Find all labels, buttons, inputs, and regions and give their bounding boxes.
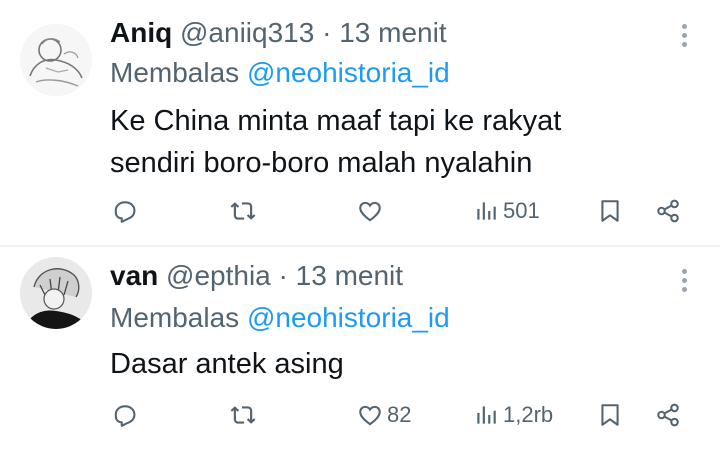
timestamp[interactable]: 13 menit bbox=[296, 260, 403, 291]
views-button[interactable]: 501 bbox=[473, 196, 540, 226]
reply-icon bbox=[114, 405, 136, 427]
view-count: 501 bbox=[503, 198, 540, 223]
tweet-text-line: Ke China minta maaf tapi ke rakyat bbox=[110, 105, 562, 137]
retweet-button[interactable] bbox=[230, 196, 256, 226]
share-icon bbox=[657, 403, 679, 427]
tweet-header: van @epthia · 13 menit bbox=[110, 259, 403, 293]
separator-dot: · bbox=[278, 260, 288, 291]
tweet[interactable]: Aniq @aniiq313 · 13 menit Membalas @neoh… bbox=[0, 0, 720, 246]
tweet[interactable]: van @epthia · 13 menit Membalas @neohist… bbox=[0, 247, 720, 456]
reply-prefix: Membalas bbox=[110, 302, 240, 333]
tweet-text: Dasar antek asing bbox=[110, 343, 700, 385]
reply-context: Membalas @neohistoria_id bbox=[110, 56, 450, 90]
share-button[interactable] bbox=[655, 196, 681, 226]
view-count: 1,2rb bbox=[503, 402, 554, 427]
action-bar: 82 1,2rb bbox=[0, 400, 720, 430]
user-handle[interactable]: @epthia bbox=[166, 260, 271, 291]
bookmark-button[interactable] bbox=[597, 196, 623, 226]
views-icon bbox=[477, 202, 496, 220]
like-button[interactable] bbox=[357, 196, 387, 226]
views-button[interactable]: 1,2rb bbox=[473, 400, 553, 430]
bookmark-button[interactable] bbox=[597, 400, 623, 430]
reply-mention-link[interactable]: @neohistoria_id bbox=[247, 302, 450, 333]
share-icon bbox=[657, 199, 679, 223]
tweet-text: Ke China minta maaf tapi ke rakyat sendi… bbox=[110, 100, 700, 184]
retweet-button[interactable] bbox=[230, 400, 256, 430]
views-icon bbox=[477, 406, 496, 424]
tweet-text-line: Dasar antek asing bbox=[110, 348, 344, 380]
retweet-icon bbox=[230, 406, 256, 424]
heart-icon bbox=[359, 405, 381, 426]
heart-icon bbox=[359, 201, 381, 222]
share-button[interactable] bbox=[655, 400, 681, 430]
reply-button[interactable] bbox=[112, 196, 138, 226]
retweet-icon bbox=[230, 202, 256, 220]
separator-dot: · bbox=[322, 17, 332, 48]
timestamp[interactable]: 13 menit bbox=[339, 17, 446, 48]
user-handle[interactable]: @aniiq313 bbox=[180, 17, 314, 48]
like-button[interactable]: 82 bbox=[357, 400, 411, 430]
action-bar: 501 bbox=[0, 196, 720, 226]
display-name[interactable]: van bbox=[110, 260, 158, 291]
tweet-text-line: sendiri boro-boro malah nyalahin bbox=[110, 147, 533, 179]
tweet-header: Aniq @aniiq313 · 13 menit bbox=[110, 16, 447, 50]
more-vertical-icon[interactable] bbox=[672, 265, 696, 295]
reply-button[interactable] bbox=[112, 400, 138, 430]
reply-mention-link[interactable]: @neohistoria_id bbox=[247, 57, 450, 88]
reply-context: Membalas @neohistoria_id bbox=[110, 301, 450, 335]
reply-icon bbox=[114, 201, 136, 223]
like-count: 82 bbox=[387, 402, 412, 427]
more-vertical-icon[interactable] bbox=[672, 20, 696, 50]
avatar[interactable] bbox=[20, 24, 92, 96]
reply-prefix: Membalas bbox=[110, 57, 240, 88]
bookmark-icon bbox=[601, 404, 619, 426]
avatar[interactable] bbox=[20, 257, 92, 329]
display-name[interactable]: Aniq bbox=[110, 17, 172, 48]
bookmark-icon bbox=[601, 200, 619, 222]
